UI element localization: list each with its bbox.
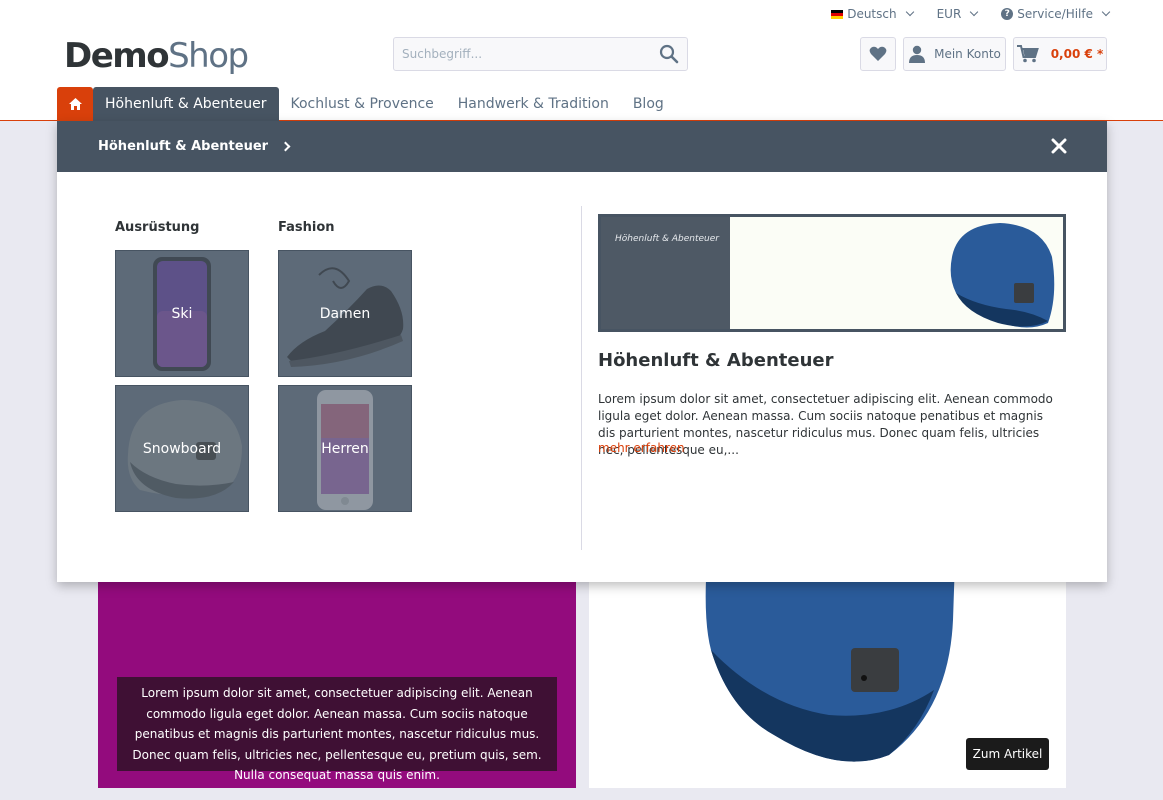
heart-icon xyxy=(869,46,887,61)
chevron-right-icon xyxy=(280,141,291,152)
nav-item-handwerk[interactable]: Handwerk & Tradition xyxy=(446,87,621,121)
tile-label: Herren xyxy=(321,440,369,457)
cart-total: 0,00 € * xyxy=(1050,47,1104,61)
cart-icon xyxy=(1016,45,1039,63)
logo-light: Shop xyxy=(168,36,249,76)
chevron-down-icon xyxy=(970,7,979,17)
nav-item-blog[interactable]: Blog xyxy=(621,87,676,121)
tile-label: Damen xyxy=(319,305,371,322)
account-button[interactable]: Mein Konto xyxy=(903,37,1006,71)
user-icon xyxy=(909,45,926,63)
teaser-dark-panel: Höhenluft & Abenteuer xyxy=(601,217,730,329)
nav-item-hoehenluft[interactable]: Höhenluft & Abenteuer xyxy=(93,87,279,121)
logo-bold: Demo xyxy=(64,36,170,76)
category-teaser-image[interactable]: Höhenluft & Abenteuer xyxy=(598,214,1066,332)
category-tile-damen[interactable]: Damen xyxy=(278,250,412,377)
language-label: Deutsch xyxy=(847,7,897,21)
flyout-title-link[interactable]: Höhenluft & Abenteuer xyxy=(98,139,268,154)
nav-item-kochlust[interactable]: Kochlust & Provence xyxy=(279,87,446,121)
column-title-ausruestung[interactable]: Ausrüstung xyxy=(115,220,200,235)
to-article-button[interactable]: Zum Artikel xyxy=(966,738,1049,770)
search-box xyxy=(393,37,688,71)
service-menu[interactable]: ? Service/Hilfe xyxy=(1001,5,1111,23)
banner-text: Lorem ipsum dolor sit amet, consectetuer… xyxy=(117,677,557,782)
language-switcher[interactable]: Deutsch xyxy=(831,5,914,23)
cart-button[interactable]: 0,00 € * xyxy=(1013,37,1107,71)
question-icon: ? xyxy=(1001,8,1014,20)
topbar: Deutsch EUR ? Service/Hilfe xyxy=(807,5,1111,23)
tile-label: Ski xyxy=(171,305,193,322)
currency-label: EUR xyxy=(936,7,962,21)
chevron-down-icon xyxy=(1101,7,1111,17)
chevron-down-icon xyxy=(905,7,914,17)
column-title-fashion[interactable]: Fashion xyxy=(278,220,335,235)
main-navigation: Höhenluft & Abenteuer Kochlust & Provenc… xyxy=(57,87,676,121)
flyout-divider xyxy=(581,206,582,550)
logo[interactable]: DemoShop xyxy=(64,36,249,76)
currency-switcher[interactable]: EUR xyxy=(936,5,979,23)
category-tile-herren[interactable]: Herren xyxy=(278,385,412,512)
category-tile-snowboard[interactable]: Snowboard xyxy=(115,385,249,512)
account-label: Mein Konto xyxy=(934,47,1001,61)
category-title: Höhenluft & Abenteuer xyxy=(598,350,834,371)
search-icon[interactable] xyxy=(659,44,679,64)
header: Deutsch EUR ? Service/Hilfe DemoShop Suc… xyxy=(0,0,1163,121)
flyout-header: Höhenluft & Abenteuer xyxy=(57,121,1107,172)
home-button[interactable] xyxy=(57,87,93,121)
teaser-label: Höhenluft & Abenteuer xyxy=(615,234,719,244)
more-link[interactable]: mehr erfahren xyxy=(598,441,685,455)
wishlist-button[interactable] xyxy=(860,37,896,71)
home-icon xyxy=(68,98,82,110)
service-label: Service/Hilfe xyxy=(1017,7,1093,21)
teaser-light-panel xyxy=(730,217,1063,329)
tile-label: Snowboard xyxy=(142,440,222,457)
beanie-image xyxy=(950,223,1055,328)
category-tile-ski[interactable]: Ski xyxy=(115,250,249,377)
category-flyout: Höhenluft & Abenteuer Ausrüstung Fashion… xyxy=(57,121,1107,582)
search-input[interactable] xyxy=(394,38,644,70)
close-icon[interactable] xyxy=(1051,138,1067,154)
german-flag-icon xyxy=(831,9,844,19)
